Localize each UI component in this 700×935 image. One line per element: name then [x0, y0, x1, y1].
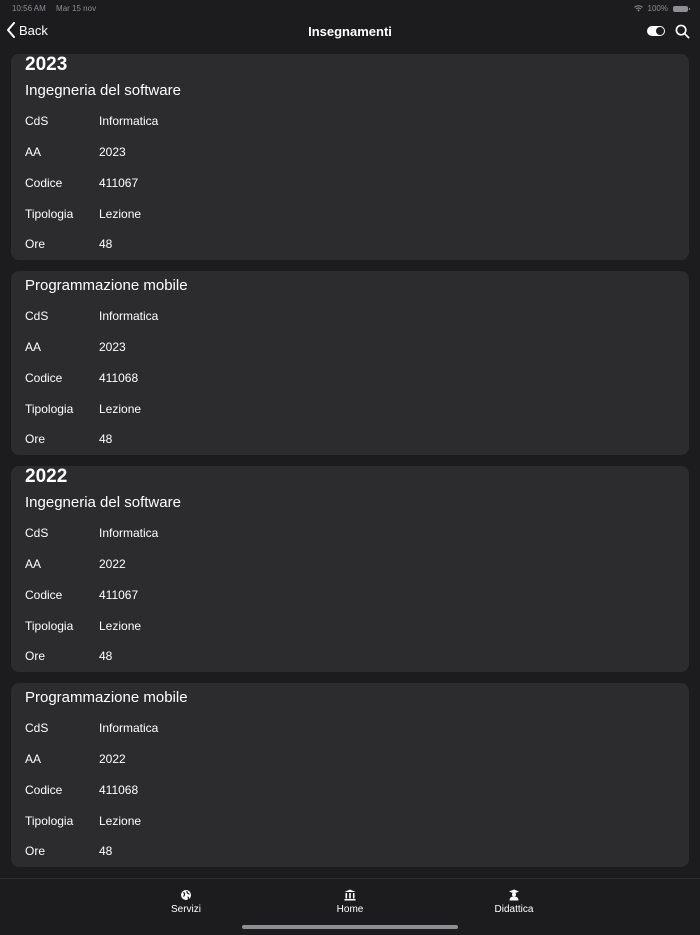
course-row-codice: Codice 411067 — [25, 168, 675, 199]
toggle-knob — [656, 27, 664, 35]
search-icon[interactable] — [675, 24, 690, 39]
globe-icon — [181, 890, 191, 900]
course-row-ore: Ore 48 — [25, 424, 675, 455]
graduate-icon — [509, 889, 519, 901]
row-label: Ore — [25, 432, 46, 447]
row-value: Lezione — [99, 618, 142, 633]
row-value: 2022 — [99, 752, 126, 767]
row-value: 411067 — [99, 175, 139, 190]
tab-bar: Servizi Home Didattica — [0, 878, 700, 935]
row-value: 48 — [99, 844, 113, 859]
course-row-tipologia: Tipologia Lezione — [25, 198, 675, 229]
course-row-tipologia: Tipologia Lezione — [25, 805, 675, 836]
course-row-aa: AA 2022 — [25, 549, 675, 580]
course-row-cds: CdS Informatica — [25, 301, 675, 332]
row-value: 2023 — [99, 145, 126, 160]
row-label: AA — [25, 340, 42, 355]
row-value: Informatica — [99, 721, 159, 736]
row-label: Ore — [25, 844, 46, 859]
row-label: Tipologia — [25, 813, 74, 828]
building-icon — [344, 889, 356, 901]
course-row-ore: Ore 48 — [25, 641, 675, 672]
row-value: 411067 — [99, 587, 139, 602]
tab-label: Servizi — [170, 904, 201, 915]
row-label: Codice — [25, 782, 63, 797]
row-value: Lezione — [99, 401, 142, 416]
row-value: 2023 — [99, 340, 126, 355]
row-label: Codice — [25, 175, 63, 190]
row-value: 411068 — [99, 782, 139, 797]
row-value: 411068 — [99, 370, 139, 385]
status-time: 10:56 AM — [12, 4, 46, 13]
chevron-left-icon — [7, 22, 15, 38]
section-header-year: 2022 — [11, 466, 689, 488]
course-row-tipologia: Tipologia Lezione — [25, 610, 675, 641]
row-label: Tipologia — [25, 206, 74, 221]
tab-home[interactable]: Home — [310, 889, 390, 915]
row-label: CdS — [25, 309, 49, 324]
row-value: Informatica — [99, 309, 159, 324]
home-indicator — [242, 925, 458, 929]
row-value: Informatica — [99, 114, 159, 129]
course-row-codice: Codice 411068 — [25, 363, 675, 394]
course-row-cds: CdS Informatica — [25, 713, 675, 744]
row-label: AA — [25, 145, 42, 160]
course-row-cds: CdS Informatica — [25, 106, 675, 137]
status-date: Mar 15 nov — [56, 4, 97, 13]
row-value: 2022 — [99, 557, 126, 572]
row-value: 48 — [99, 432, 113, 447]
row-label: CdS — [25, 114, 49, 129]
wifi-icon — [633, 5, 643, 12]
course-row-aa: AA 2023 — [25, 137, 675, 168]
row-label: AA — [25, 557, 42, 572]
courses-list[interactable]: 2023 Ingegneria del software CdS Informat… — [11, 54, 689, 878]
tab-label: Didattica — [494, 904, 534, 915]
row-value: Lezione — [99, 206, 142, 221]
status-bar: 10:56 AM Mar 15 nov 100% — [0, 0, 700, 16]
tab-didattica[interactable]: Didattica — [474, 889, 554, 915]
course-title: Ingegneria del software — [25, 82, 181, 99]
toggle-switch[interactable] — [647, 26, 665, 36]
tab-servizi[interactable]: Servizi — [146, 889, 226, 915]
course-row-tipologia: Tipologia Lezione — [25, 393, 675, 424]
battery-percent: 100% — [647, 4, 668, 13]
battery-icon — [673, 5, 690, 12]
row-label: CdS — [25, 721, 49, 736]
row-label: Tipologia — [25, 618, 74, 633]
course-card[interactable]: Programmazione mobile CdS Informatica AA 2… — [11, 683, 689, 867]
course-row-aa: AA 2023 — [25, 332, 675, 363]
row-value: 48 — [99, 237, 113, 252]
row-label: Ore — [25, 237, 46, 252]
navigation-bar: Back Insegnamenti — [0, 16, 700, 48]
row-value: 48 — [99, 649, 113, 664]
row-label: AA — [25, 752, 42, 767]
course-title: Programmazione mobile — [25, 277, 188, 294]
course-row-ore: Ore 48 — [25, 229, 675, 260]
back-label: Back — [19, 22, 48, 38]
course-row-aa: AA 2022 — [25, 744, 675, 775]
course-row-codice: Codice 411067 — [25, 580, 675, 611]
row-label: Codice — [25, 587, 63, 602]
course-card[interactable]: Ingegneria del software CdS Informatica A… — [11, 488, 689, 672]
back-button[interactable]: Back — [6, 22, 48, 38]
course-row-cds: CdS Informatica — [25, 518, 675, 549]
row-label: Tipologia — [25, 401, 74, 416]
row-value: Informatica — [99, 526, 159, 541]
section-header-year: 2023 — [11, 54, 689, 76]
row-label: Codice — [25, 370, 63, 385]
course-card[interactable]: Ingegneria del software CdS Informatica A… — [11, 76, 689, 260]
course-row-codice: Codice 411068 — [25, 775, 675, 806]
course-title: Ingegneria del software — [25, 494, 181, 511]
row-value: Lezione — [99, 813, 142, 828]
tab-label: Home — [336, 904, 364, 915]
course-row-ore: Ore 48 — [25, 836, 675, 867]
page-title: Insegnamenti — [308, 24, 392, 39]
course-card[interactable]: Programmazione mobile CdS Informatica AA 2… — [11, 271, 689, 455]
row-label: CdS — [25, 526, 49, 541]
row-label: Ore — [25, 649, 46, 664]
course-title: Programmazione mobile — [25, 689, 188, 706]
